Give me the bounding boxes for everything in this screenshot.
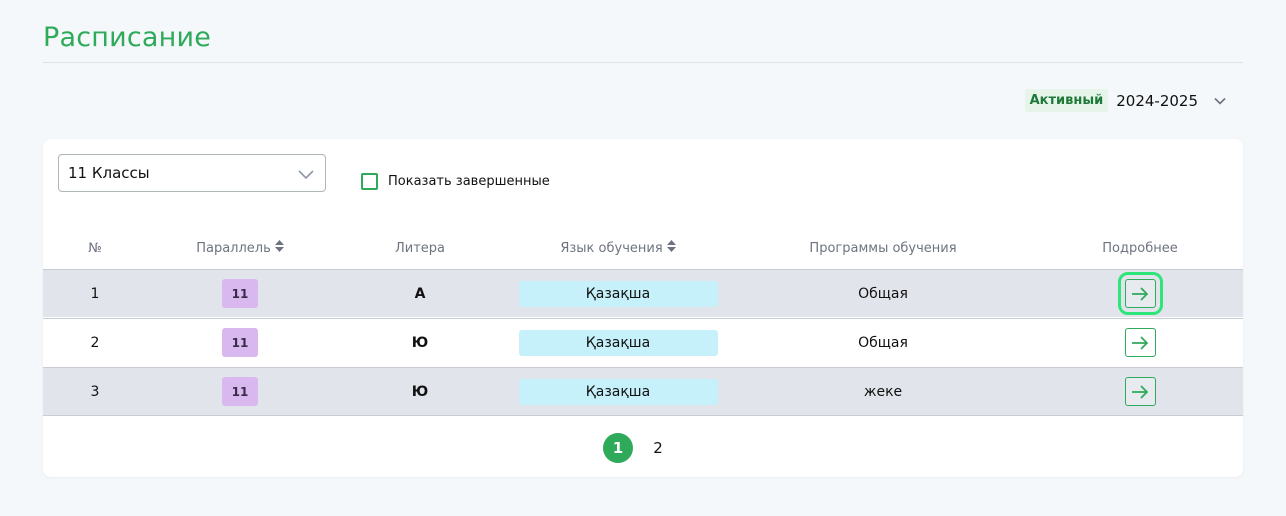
schedule-card: 11 Классы Показать завершенные № Паралле… bbox=[43, 139, 1243, 477]
class-select[interactable]: 11 Классы bbox=[58, 154, 326, 192]
cell-parallel: 11 bbox=[147, 368, 333, 415]
language-badge: Қазақша bbox=[518, 280, 718, 307]
cell-parallel: 11 bbox=[147, 270, 333, 317]
cell-litera: Ю bbox=[411, 383, 429, 400]
header-program: Программы обучения bbox=[809, 240, 957, 256]
show-completed-label: Показать завершенные bbox=[388, 174, 550, 189]
header-litera: Литера bbox=[394, 240, 445, 256]
details-button[interactable] bbox=[1117, 272, 1163, 315]
cell-litera: Ю bbox=[411, 334, 429, 351]
cell-details bbox=[1037, 319, 1243, 366]
table-row: 1 11 А Қазақша Общая bbox=[43, 269, 1243, 317]
sort-icon[interactable] bbox=[274, 240, 284, 256]
pagination: 1 2 bbox=[603, 433, 673, 463]
show-completed-checkbox[interactable] bbox=[361, 173, 378, 190]
cell-language: Қазақша bbox=[507, 270, 729, 317]
details-button[interactable] bbox=[1124, 328, 1156, 357]
cell-language: Қазақша bbox=[507, 319, 729, 366]
cell-litera: А bbox=[414, 285, 426, 302]
cell-language: Қазақша bbox=[507, 368, 729, 415]
language-badge: Қазақша bbox=[518, 378, 718, 405]
sort-icon[interactable] bbox=[666, 240, 676, 256]
language-badge: Қазақша bbox=[518, 329, 718, 356]
cell-program: Общая bbox=[858, 285, 908, 302]
grade-badge: 11 bbox=[222, 328, 258, 357]
cell-details bbox=[1037, 270, 1243, 317]
arrow-right-icon bbox=[1132, 286, 1149, 301]
table-row: 3 11 Ю Қазақша жеке bbox=[43, 367, 1243, 416]
grade-badge: 11 bbox=[222, 377, 258, 406]
header-parallel[interactable]: Параллель bbox=[147, 227, 333, 269]
page-button-2[interactable]: 2 bbox=[643, 433, 673, 463]
page-title: Расписание bbox=[43, 22, 212, 53]
header-details: Подробнее bbox=[1102, 240, 1178, 256]
grade-badge: 11 bbox=[222, 279, 258, 308]
details-button[interactable] bbox=[1124, 377, 1156, 406]
academic-year-selector[interactable]: Активный 2024-2025 bbox=[1024, 89, 1230, 112]
cell-details bbox=[1037, 368, 1243, 415]
cell-num: 1 bbox=[90, 285, 100, 302]
title-divider bbox=[43, 62, 1243, 63]
arrow-right-icon bbox=[1132, 384, 1149, 399]
class-select-value: 11 Классы bbox=[68, 164, 150, 182]
page-button-1[interactable]: 1 bbox=[603, 433, 633, 463]
header-language[interactable]: Язык обучения bbox=[507, 227, 729, 269]
status-badge: Активный bbox=[1024, 89, 1109, 112]
chevron-down-icon[interactable] bbox=[1210, 91, 1230, 111]
chevron-down-icon[interactable] bbox=[296, 164, 316, 188]
cell-program: жеке bbox=[863, 383, 903, 400]
cell-num: 2 bbox=[90, 334, 100, 351]
table-row: 2 11 Ю Қазақша Общая bbox=[43, 318, 1243, 366]
header-num: № bbox=[88, 240, 102, 256]
academic-year-value[interactable]: 2024-2025 bbox=[1116, 92, 1198, 110]
show-completed-toggle[interactable]: Показать завершенные bbox=[361, 173, 550, 190]
cell-parallel: 11 bbox=[147, 319, 333, 366]
cell-program: Общая bbox=[858, 334, 908, 351]
cell-num: 3 bbox=[90, 383, 100, 400]
arrow-right-icon bbox=[1132, 335, 1149, 350]
table-header: № Параллель Литера Язык обучения Програм… bbox=[43, 227, 1243, 269]
